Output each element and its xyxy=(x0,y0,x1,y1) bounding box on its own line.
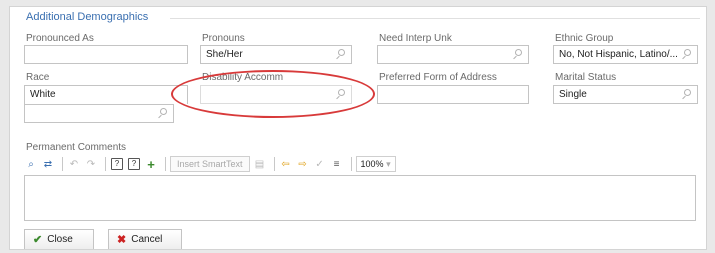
need-interp-label: Need Interp Unk xyxy=(379,33,452,44)
pronounced-as-field[interactable] xyxy=(24,45,188,64)
ethnic-group-value: No, Not Hispanic, Latino/... xyxy=(559,49,678,60)
cancel-button[interactable]: ✖ Cancel xyxy=(108,229,182,249)
disability-accomm-field[interactable] xyxy=(200,85,352,104)
section-title: Additional Demographics xyxy=(26,11,152,23)
ethnic-group-label: Ethnic Group xyxy=(555,33,614,44)
search-icon[interactable] xyxy=(335,49,346,60)
search-icon[interactable] xyxy=(512,49,523,60)
ethnic-group-field[interactable]: No, Not Hispanic, Latino/... xyxy=(553,45,698,64)
zoom-value: 100% xyxy=(360,159,384,169)
pronouns-value: She/Her xyxy=(206,49,243,60)
smartphrase-manager-icon[interactable]: ? xyxy=(127,156,141,172)
close-button-label: Close xyxy=(47,234,73,245)
disability-accomm-label: Disability Accomm xyxy=(202,72,284,83)
toolbar-separator xyxy=(165,157,166,171)
next-field-icon[interactable]: ⇨ xyxy=(296,156,310,172)
race-field[interactable]: White xyxy=(24,85,188,104)
pronouns-field[interactable]: She/Her xyxy=(200,45,352,64)
toolbar-separator xyxy=(273,157,275,171)
toolbar-separator xyxy=(105,157,106,171)
insert-smarttext-icon[interactable]: ▤ xyxy=(253,156,267,172)
marital-status-value: Single xyxy=(559,89,587,100)
pronouns-label: Pronouns xyxy=(202,33,245,44)
search-icon[interactable] xyxy=(157,108,168,119)
undo-icon[interactable]: ↶ xyxy=(67,156,81,172)
prev-field-icon[interactable]: ⇦ xyxy=(279,156,293,172)
smartphrase-icon[interactable]: ? xyxy=(110,156,124,172)
spell-settings-icon[interactable]: ⇄ xyxy=(41,156,55,172)
preferred-address-field[interactable] xyxy=(377,85,529,104)
section-divider xyxy=(170,18,700,19)
permanent-comments-textarea[interactable] xyxy=(24,175,696,221)
need-interp-field[interactable] xyxy=(377,45,529,64)
toolbar-separator xyxy=(62,157,63,171)
comments-toolbar: ⌕ ⇄ ↶ ↷ ? ? + Insert SmartText ▤ ⇦ ⇨ ✓ ≡… xyxy=(24,154,399,174)
search-icon[interactable] xyxy=(681,89,692,100)
search-icon[interactable] xyxy=(681,49,692,60)
zoom-dropdown-icon: ▾ xyxy=(386,159,391,169)
checkmark-icon: ✔ xyxy=(33,234,43,246)
marital-status-field[interactable]: Single xyxy=(553,85,698,104)
race-value: White xyxy=(30,89,56,100)
toolbar-separator xyxy=(350,157,352,171)
close-button[interactable]: ✔ Close xyxy=(24,229,94,249)
format-icon[interactable]: ≡ xyxy=(330,156,344,172)
permanent-comments-label: Permanent Comments xyxy=(26,142,127,153)
race-label: Race xyxy=(26,72,50,83)
additional-demographics-panel: Additional Demographics Pronounced As Pr… xyxy=(9,6,707,250)
race-additional-field[interactable] xyxy=(24,104,174,123)
zoom-select[interactable]: 100% ▾ xyxy=(355,156,396,172)
accept-icon[interactable]: ✓ xyxy=(313,156,327,172)
insert-smarttext-button[interactable]: Insert SmartText xyxy=(170,156,250,172)
search-icon[interactable] xyxy=(335,89,346,100)
marital-status-label: Marital Status xyxy=(555,72,617,83)
preferred-address-label: Preferred Form of Address xyxy=(379,72,497,83)
cancel-x-icon: ✖ xyxy=(117,234,127,246)
redo-icon[interactable]: ↷ xyxy=(84,156,98,172)
pronounced-as-label: Pronounced As xyxy=(26,33,94,44)
spell-check-icon[interactable]: ⌕ xyxy=(24,156,38,172)
cancel-button-label: Cancel xyxy=(131,234,163,245)
add-icon[interactable]: + xyxy=(144,156,158,172)
